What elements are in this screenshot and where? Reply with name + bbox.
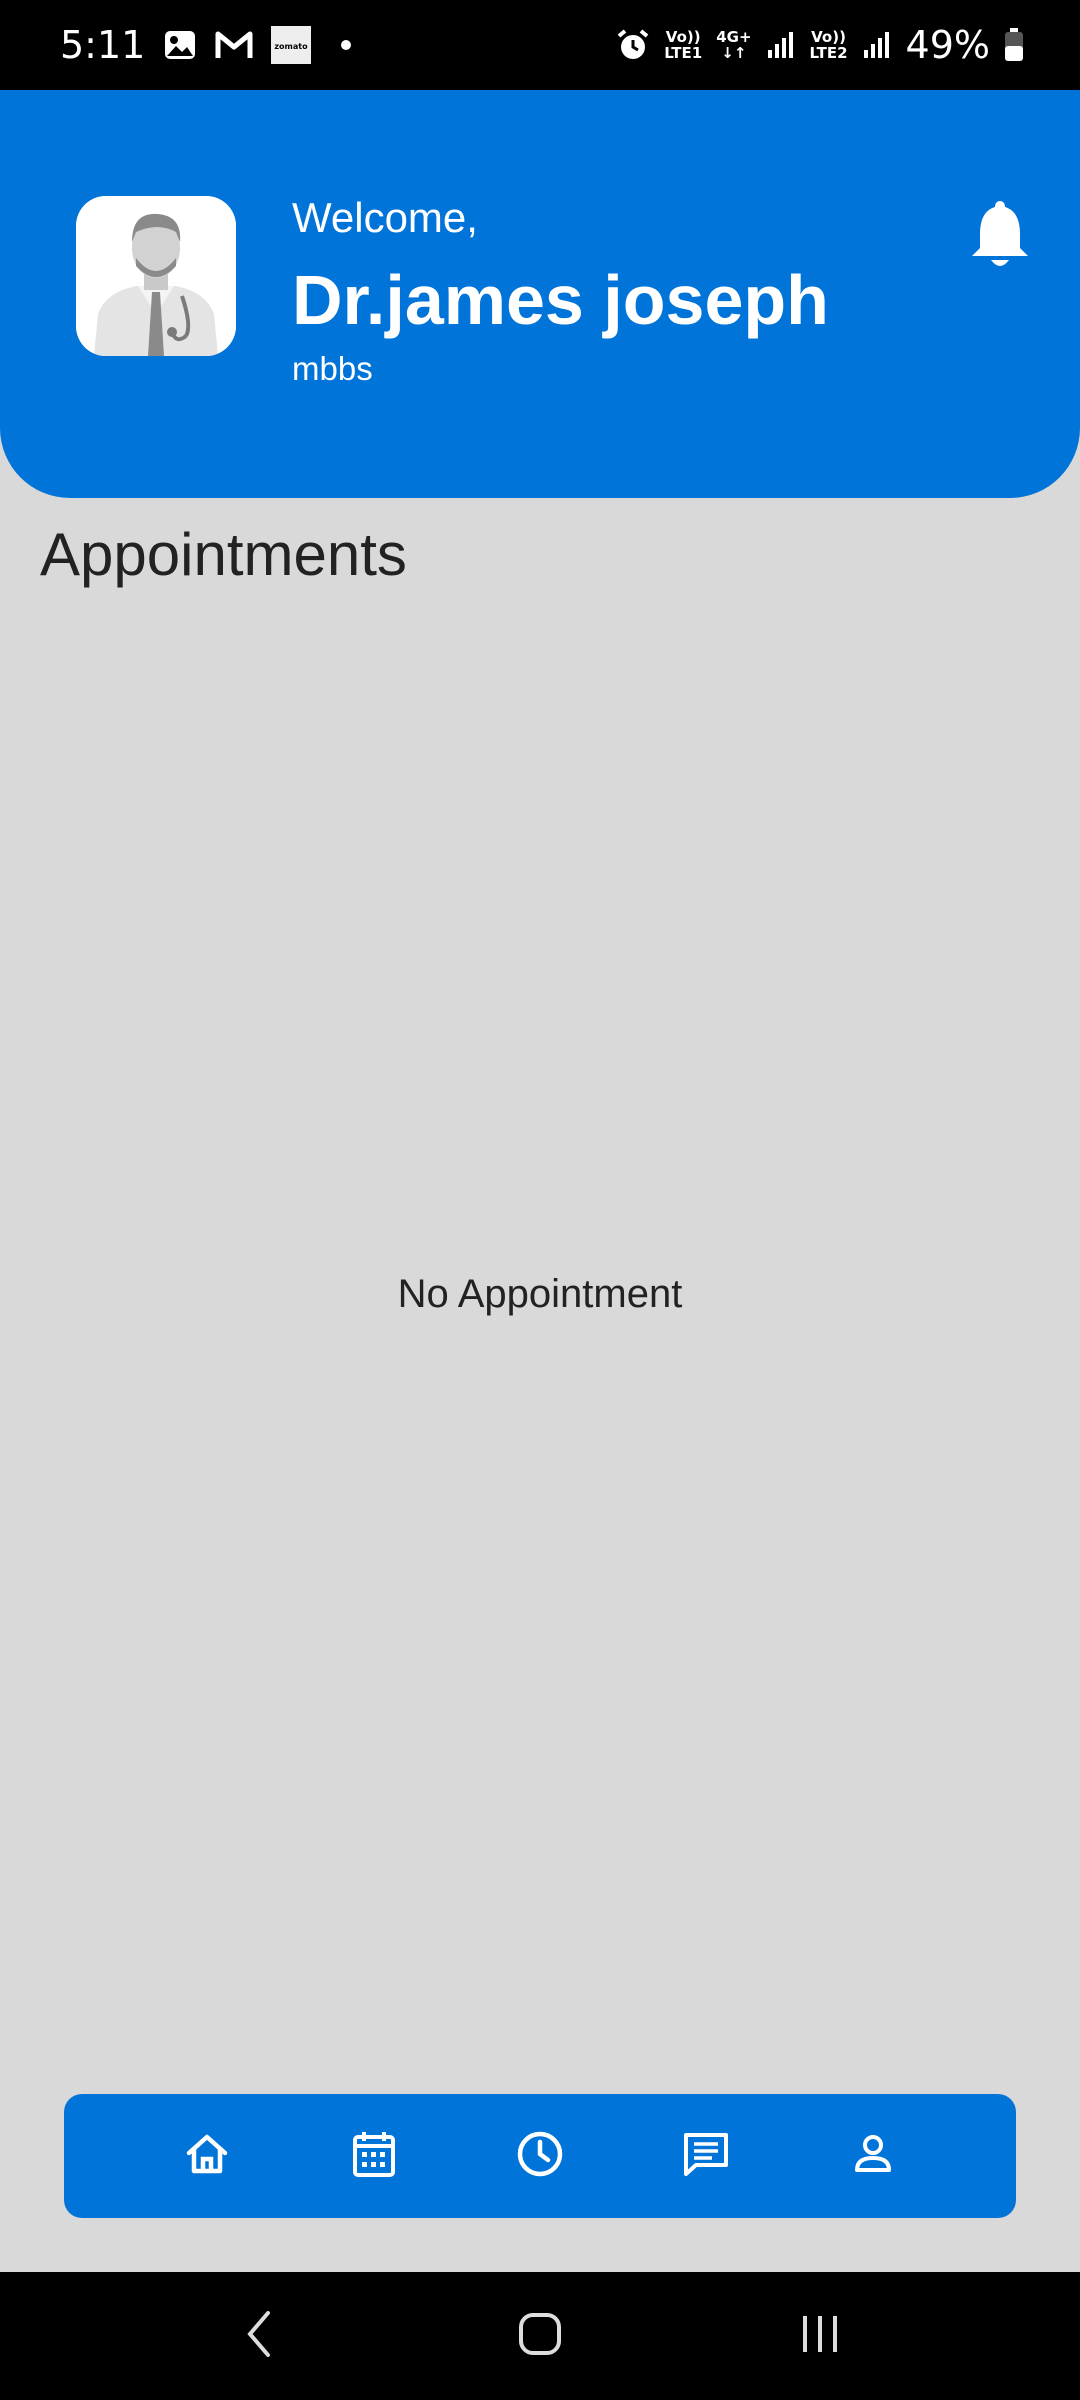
bottom-navigation [64,2094,1016,2218]
data-indicator: 4G+ ↓↑ [716,28,752,62]
page-title: Appointments [40,521,407,588]
nav-profile-button[interactable] [833,2116,913,2196]
status-time: 5:11 [60,23,146,67]
system-home-button[interactable] [495,2291,585,2381]
system-navigation-bar [0,2272,1080,2400]
nav-history-button[interactable] [500,2116,580,2196]
back-icon [240,2309,280,2364]
nav-chat-button[interactable] [666,2116,746,2196]
system-back-button[interactable] [215,2291,305,2381]
notification-dot [341,40,352,50]
notification-bell-icon[interactable] [970,200,1030,270]
battery-icon [1004,28,1024,62]
signal-icon [862,30,892,60]
sim2-indicator: Vo)) LTE2 [809,28,848,62]
profile-header: Welcome, Dr.james joseph mbbs [0,90,1080,498]
gallery-icon [163,29,197,61]
gmail-icon [215,30,253,60]
recents-icon [797,2312,843,2361]
battery-percent: 49% [905,23,990,67]
profile-icon [851,2132,895,2181]
nav-calendar-button[interactable] [334,2116,414,2196]
chat-icon [682,2131,730,2182]
home-button-icon [517,2311,563,2362]
doctor-name: Dr.james joseph [292,261,829,339]
alarm-icon [616,28,650,62]
zomato-icon: zomato [271,26,312,64]
status-bar: 5:11 zomato Vo)) LTE1 4G+ ↓↑ Vo)) LTE2 4… [0,0,1080,90]
welcome-text: Welcome, [292,194,478,241]
clock-icon [516,2130,564,2183]
nav-home-button[interactable] [167,2116,247,2196]
doctor-degree: mbbs [292,350,373,387]
home-icon [184,2131,230,2182]
svg-text:zomato: zomato [275,42,309,51]
doctor-avatar[interactable] [76,196,236,356]
system-recents-button[interactable] [775,2291,865,2381]
calendar-icon [351,2129,397,2184]
sim1-indicator: Vo)) LTE1 [664,28,703,62]
empty-state-message: No Appointment [397,1272,683,1316]
signal-icon [766,30,796,60]
